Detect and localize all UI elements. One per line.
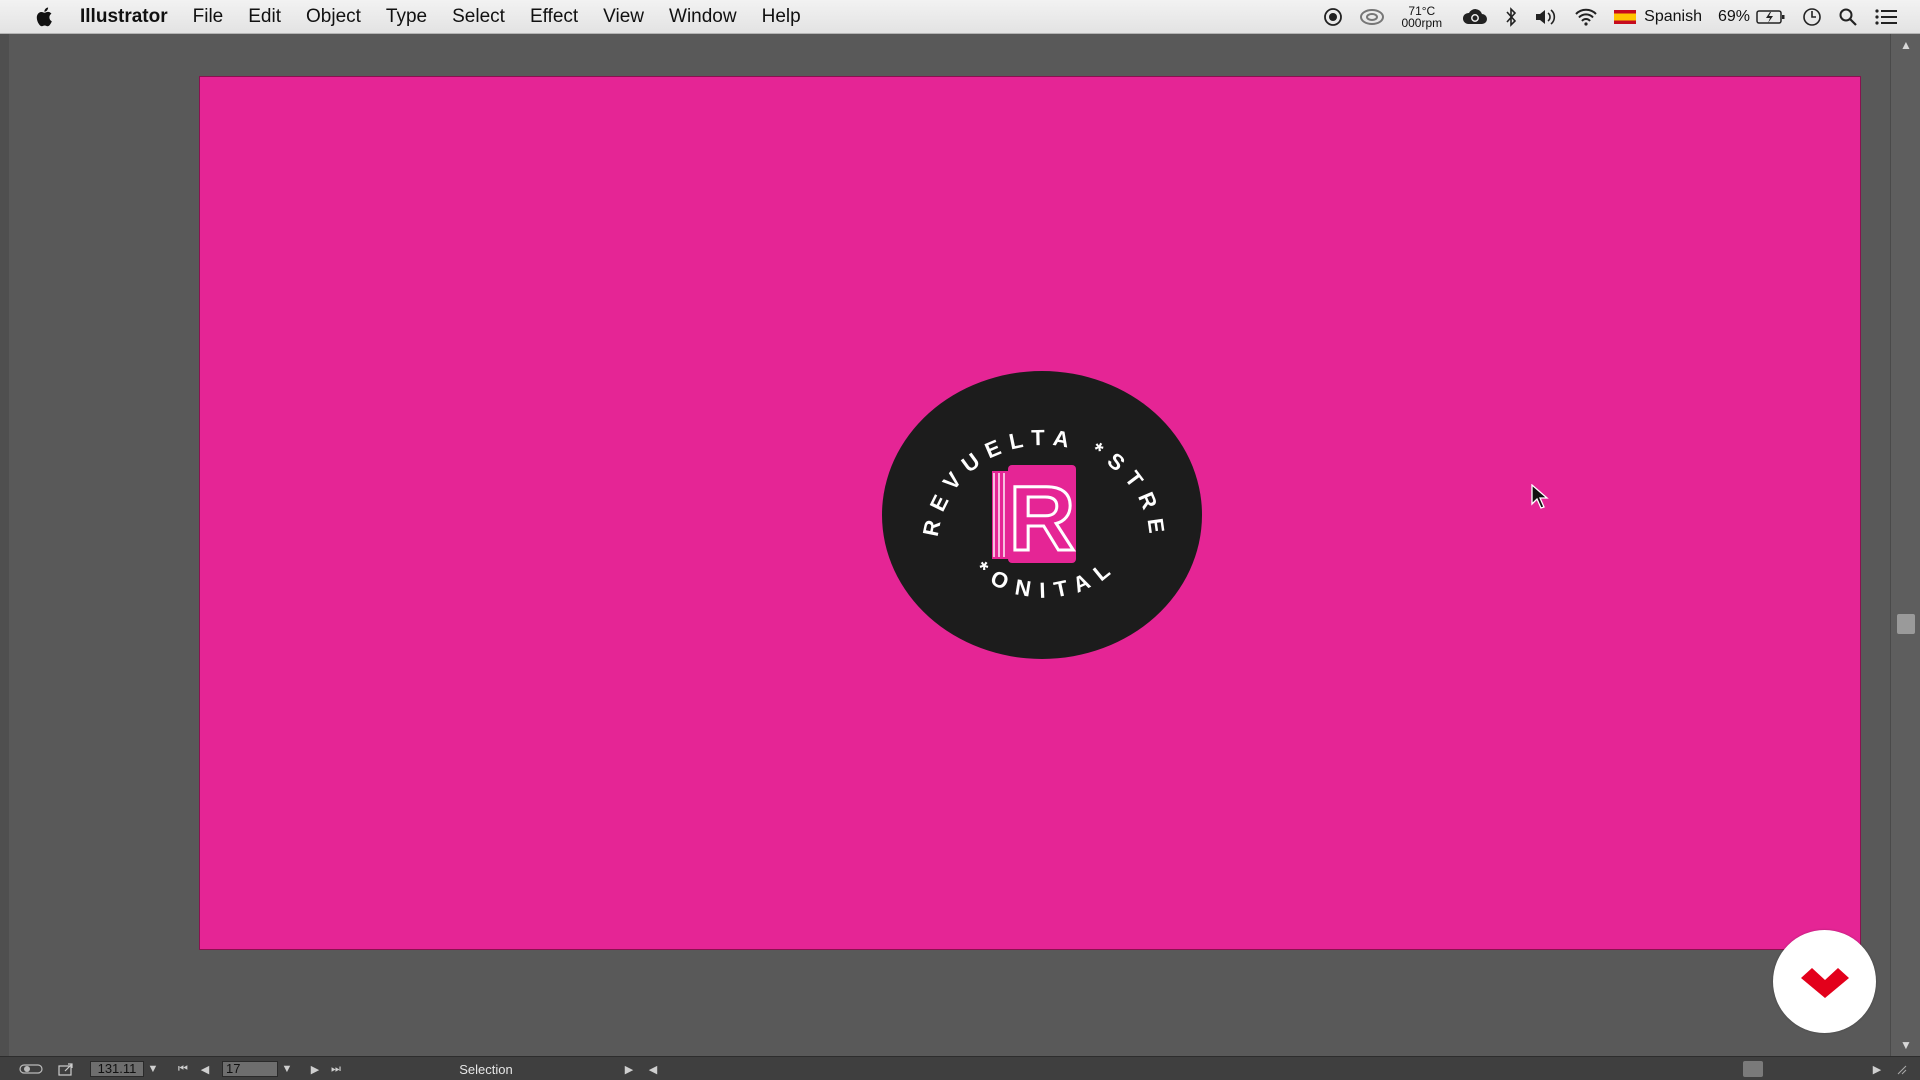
temperature-readout[interactable]: 71°C 000rpm <box>1401 5 1442 29</box>
mouse-pointer-icon <box>1531 484 1549 509</box>
menu-help[interactable]: Help <box>762 6 801 28</box>
left-panel-edge <box>0 34 9 1056</box>
menu-window[interactable]: Window <box>669 6 737 28</box>
battery-percent: 69% <box>1717 8 1750 25</box>
menu-file[interactable]: File <box>193 6 224 28</box>
creative-cloud-icon[interactable] <box>1359 8 1385 26</box>
scroll-up-arrow-icon[interactable]: ▲ <box>1898 38 1914 52</box>
spain-flag-icon <box>1614 10 1637 24</box>
zoom-dropdown-arrow-icon[interactable]: ▼ <box>146 1061 160 1077</box>
emblem-r-mark: R <box>992 465 1077 572</box>
scroll-right-arrow-icon[interactable]: ▶ <box>1870 1061 1884 1077</box>
status-menu-arrow-icon[interactable]: ▶ <box>622 1061 636 1077</box>
battery-icon <box>1756 10 1785 24</box>
sync-cloud-icon[interactable] <box>1462 7 1488 27</box>
apple-icon[interactable] <box>36 6 56 28</box>
battery-status[interactable]: 69% <box>1718 8 1786 26</box>
menu-effect[interactable]: Effect <box>530 6 578 28</box>
vertical-scroll-thumb[interactable] <box>1897 614 1915 634</box>
horizontal-scroll-thumb[interactable] <box>1743 1061 1763 1077</box>
previous-artboard-icon[interactable]: ◀ <box>198 1061 212 1077</box>
last-artboard-icon[interactable]: ⏭ <box>328 1061 344 1077</box>
zoom-level-field[interactable]: 131.11 <box>90 1061 144 1077</box>
emblem-letter: R <box>1009 468 1075 570</box>
wifi-icon[interactable] <box>1574 7 1598 27</box>
next-artboard-icon[interactable]: ▶ <box>308 1061 322 1077</box>
menu-illustrator[interactable]: Illustrator <box>80 6 168 28</box>
record-icon[interactable] <box>1323 7 1343 27</box>
resize-grip-icon[interactable] <box>1894 1061 1908 1077</box>
menu-bar: Illustrator File Edit Object Type Select… <box>0 0 1920 34</box>
channel-watermark-logo <box>1773 930 1876 1033</box>
menu-view[interactable]: View <box>603 6 644 28</box>
current-tool-status[interactable]: Selection <box>356 1061 616 1077</box>
scroll-left-arrow-icon[interactable]: ◀ <box>646 1061 660 1077</box>
bottom-status-bar: 131.11 ▼ ⏮ ◀ 17 ▼ ▶ ⏭ Selection ▶ ◀ ▶ <box>0 1056 1920 1080</box>
vertical-scrollbar[interactable]: ▲ ▼ <box>1890 34 1920 1056</box>
menu-object[interactable]: Object <box>306 6 361 28</box>
bluetooth-icon[interactable] <box>1504 7 1518 27</box>
toggle-icon[interactable] <box>18 1061 44 1077</box>
fan-value: 000rpm <box>1401 16 1443 30</box>
artboard-number-field[interactable]: 17 <box>222 1061 278 1077</box>
artboard-dropdown-arrow-icon[interactable]: ▼ <box>280 1061 294 1077</box>
watermark-heart-mark-icon <box>1800 967 1849 998</box>
spotlight-search-icon[interactable] <box>1838 7 1858 27</box>
volume-icon[interactable] <box>1534 7 1558 27</box>
menu-select[interactable]: Select <box>452 6 505 28</box>
first-artboard-icon[interactable]: ⏮ <box>176 1061 190 1077</box>
notification-center-icon[interactable] <box>1874 8 1898 26</box>
menu-type[interactable]: Type <box>386 6 427 28</box>
revuelta-logo-emblem[interactable]: REVUELTA *STREETFOOD *ONITAL R <box>880 369 1205 662</box>
status-menu-area: 71°C 000rpm Spanish 69% <box>1323 0 1920 34</box>
share-icon[interactable] <box>56 1061 76 1077</box>
scroll-down-arrow-icon[interactable]: ▼ <box>1898 1038 1914 1052</box>
language-label: Spanish <box>1644 8 1702 25</box>
input-language[interactable]: Spanish <box>1614 8 1702 26</box>
clock-icon[interactable] <box>1802 7 1822 27</box>
menu-edit[interactable]: Edit <box>248 6 281 28</box>
horizontal-scroll-track[interactable] <box>664 1061 1874 1077</box>
